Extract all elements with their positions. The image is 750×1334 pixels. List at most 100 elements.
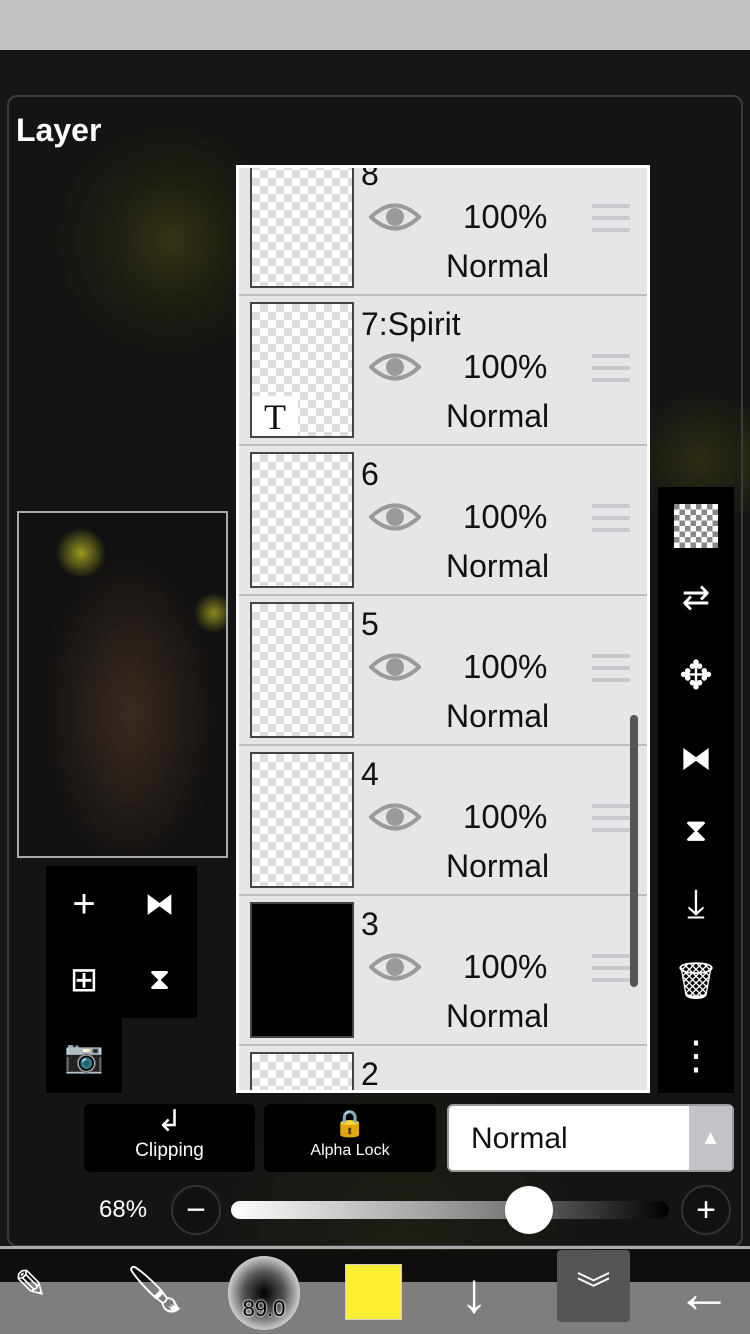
layer-opacity: 100% <box>463 348 548 385</box>
layer-name: 2 <box>361 1056 379 1092</box>
opacity-decrease-button[interactable]: − <box>171 1185 221 1235</box>
layer-name: 7:Spirit <box>361 306 461 342</box>
opacity-increase-button[interactable]: + <box>681 1185 731 1235</box>
layer-row[interactable]: 4 100% Normal <box>239 746 647 896</box>
camera-icon: 📷 <box>64 1037 104 1074</box>
arrow-left-icon: ← <box>676 1261 732 1324</box>
move-button[interactable]: ✥ <box>658 637 734 715</box>
layer-name: 4 <box>361 756 379 792</box>
flip-vertical-icon: ⧗ <box>684 812 708 848</box>
visibility-eye-icon[interactable] <box>368 350 422 384</box>
drag-handle-icon[interactable] <box>592 354 630 384</box>
layer-name: 6 <box>361 456 379 492</box>
drag-handle-icon[interactable] <box>592 804 630 834</box>
layer-list-scrollbar[interactable] <box>630 715 638 987</box>
layer-thumbnail <box>250 902 354 1038</box>
lock-icon: 🔒 <box>333 1108 367 1138</box>
panel-title: Layer <box>16 112 102 148</box>
move-arrows-icon: ✥ <box>679 654 713 698</box>
trash-icon: 🗑 <box>673 960 719 1001</box>
clipping-button[interactable]: ↲ Clipping <box>84 1104 255 1172</box>
layer-blend-mode: Normal <box>446 398 550 434</box>
tool-swap-button[interactable]: ✎ <box>14 1262 48 1308</box>
add-layer-copy-icon: ⊞ <box>69 961 99 999</box>
layer-thumbnail <box>250 452 354 588</box>
layer-opacity: 100% <box>463 648 548 685</box>
flip-layer-horizontal-button[interactable]: ⧓ <box>658 719 734 797</box>
alpha-lock-label: Alpha Lock <box>310 1142 390 1159</box>
opacity-label: 68% <box>99 1196 148 1223</box>
drag-handle-icon[interactable] <box>592 954 630 984</box>
canvas-preview[interactable] <box>17 511 228 858</box>
brush-eraser-swap-icon: ✎ <box>14 1263 48 1307</box>
layer-opacity: 100% <box>463 948 548 985</box>
layer-row[interactable]: 6 100% Normal <box>239 446 647 596</box>
layer-blend-mode: Normal <box>446 998 550 1034</box>
visibility-eye-icon[interactable] <box>368 500 422 534</box>
flip-vertical-icon: ⧗ <box>148 963 171 996</box>
blend-mode-value: Normal <box>471 1122 568 1155</box>
merge-down-button[interactable]: ⤓ <box>658 865 734 943</box>
minus-icon: − <box>186 1190 206 1229</box>
layer-list[interactable]: 8 100% Normal T 7:Spirit 100% Normal 6 100% Norma… <box>236 165 650 1093</box>
layer-row[interactable]: 8 100% Normal <box>239 165 647 296</box>
layer-opacity: 100% <box>463 198 548 235</box>
plus-icon: + <box>696 1190 716 1229</box>
opacity-slider-thumb[interactable] <box>504 1186 553 1234</box>
brush-icon: 🖌 <box>126 1263 185 1315</box>
layer-thumbnail <box>250 1052 354 1090</box>
layer-panel-toggle-button[interactable]: ︾ <box>557 1250 630 1322</box>
clipping-arrow-icon: ↲ <box>156 1105 183 1138</box>
layer-blend-mode: Normal <box>446 698 550 734</box>
brush-size-button[interactable]: 89.0 <box>228 1256 300 1330</box>
layer-name: 5 <box>361 606 379 642</box>
flip-horizontal-button[interactable]: ⧓ <box>122 866 197 942</box>
layer-row[interactable]: 3 100% Normal <box>239 896 647 1046</box>
text-layer-icon: T <box>252 396 298 437</box>
merge-down-icon: ⤓ <box>687 881 705 926</box>
dropdown-arrow-icon: ▲ <box>689 1106 732 1170</box>
layer-row[interactable]: 5 100% Normal <box>239 596 647 746</box>
layer-thumbnail <box>250 168 354 288</box>
add-copy-layer-button[interactable]: ⊞ <box>46 942 122 1018</box>
blend-mode-dropdown[interactable]: Normal ▲ <box>447 1104 734 1172</box>
layer-row[interactable]: 2 <box>239 1046 647 1092</box>
brush-tool-button[interactable]: 🖌 <box>126 1262 184 1317</box>
plus-icon: + <box>72 881 96 926</box>
drag-handle-icon[interactable] <box>592 504 630 534</box>
clipping-label: Clipping <box>135 1140 204 1161</box>
layer-tools-toolbar: ⇄ ✥ ⧓ ⧗ ⤓ 🗑 ⋮ <box>658 487 734 1093</box>
flip-layer-vertical-button[interactable]: ⧗ <box>658 792 734 870</box>
flip-vertical-button[interactable]: ⧗ <box>122 942 197 1018</box>
layer-opacity: 100% <box>463 798 548 835</box>
camera-button[interactable]: 📷 <box>46 1018 122 1093</box>
visibility-eye-icon[interactable] <box>368 200 422 234</box>
back-button[interactable]: ← <box>676 1260 732 1325</box>
layer-down-button[interactable]: ↓ <box>460 1260 488 1325</box>
visibility-eye-icon[interactable] <box>368 950 422 984</box>
layer-opacity: 100% <box>463 498 548 535</box>
swap-layer-button[interactable]: ⇄ <box>658 559 734 637</box>
layer-blend-mode: Normal <box>446 548 550 584</box>
add-layer-button[interactable]: + <box>46 866 122 942</box>
drag-handle-icon[interactable] <box>592 654 630 684</box>
opacity-slider[interactable] <box>231 1201 669 1219</box>
alpha-lock-button[interactable]: 🔒 Alpha Lock <box>264 1104 436 1172</box>
checkerboard-icon <box>674 504 718 548</box>
layer-blend-mode: Normal <box>446 248 550 284</box>
more-button[interactable]: ⋮ <box>658 1017 734 1095</box>
layer-row[interactable]: T 7:Spirit 100% Normal <box>239 296 647 446</box>
layer-thumbnail: T <box>250 302 354 438</box>
layer-name: 3 <box>361 906 379 942</box>
swap-icon: ⇄ <box>681 579 711 617</box>
layer-name: 8 <box>361 165 379 192</box>
delete-layer-button[interactable]: 🗑 <box>658 942 734 1020</box>
visibility-eye-icon[interactable] <box>368 650 422 684</box>
layer-blend-mode: Normal <box>446 848 550 884</box>
visibility-eye-icon[interactable] <box>368 800 422 834</box>
transparent-fill-button[interactable] <box>658 487 734 565</box>
drag-handle-icon[interactable] <box>592 204 630 234</box>
layer-thumbnail <box>250 602 354 738</box>
double-chevron-down-icon: ︾ <box>576 1270 611 1309</box>
color-swatch-button[interactable] <box>345 1264 402 1320</box>
